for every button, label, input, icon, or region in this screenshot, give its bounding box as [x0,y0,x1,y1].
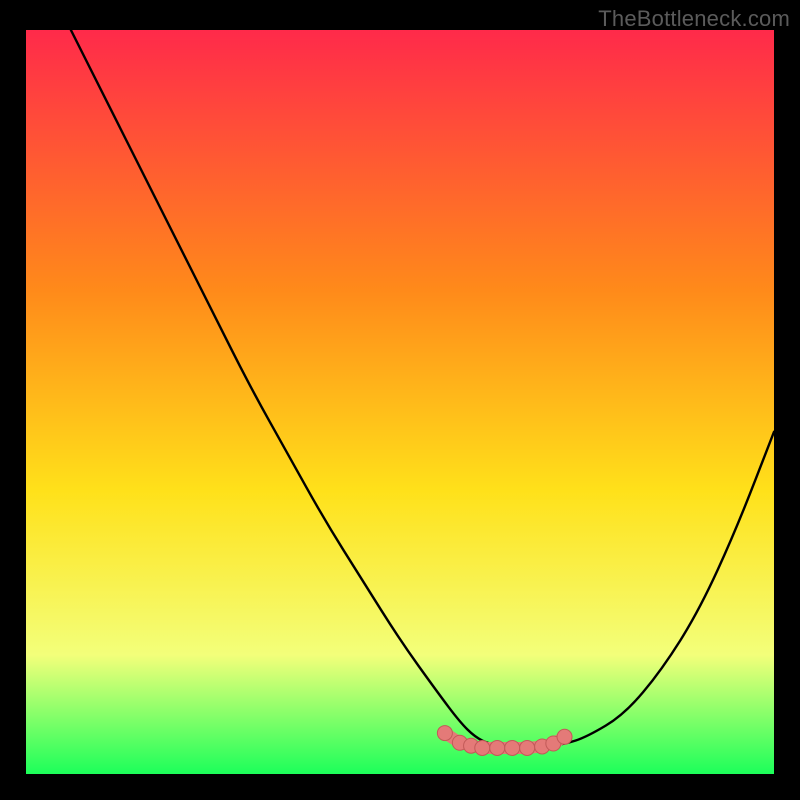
plot-svg [26,30,774,774]
chart-canvas: TheBottleneck.com [0,0,800,800]
marker-dot [475,740,490,755]
marker-dot [437,726,452,741]
gradient-background [26,30,774,774]
marker-dot [505,740,520,755]
marker-dot [557,729,572,744]
marker-dot [490,740,505,755]
watermark-text: TheBottleneck.com [598,6,790,32]
marker-dot [520,740,535,755]
plot-area [26,30,774,774]
